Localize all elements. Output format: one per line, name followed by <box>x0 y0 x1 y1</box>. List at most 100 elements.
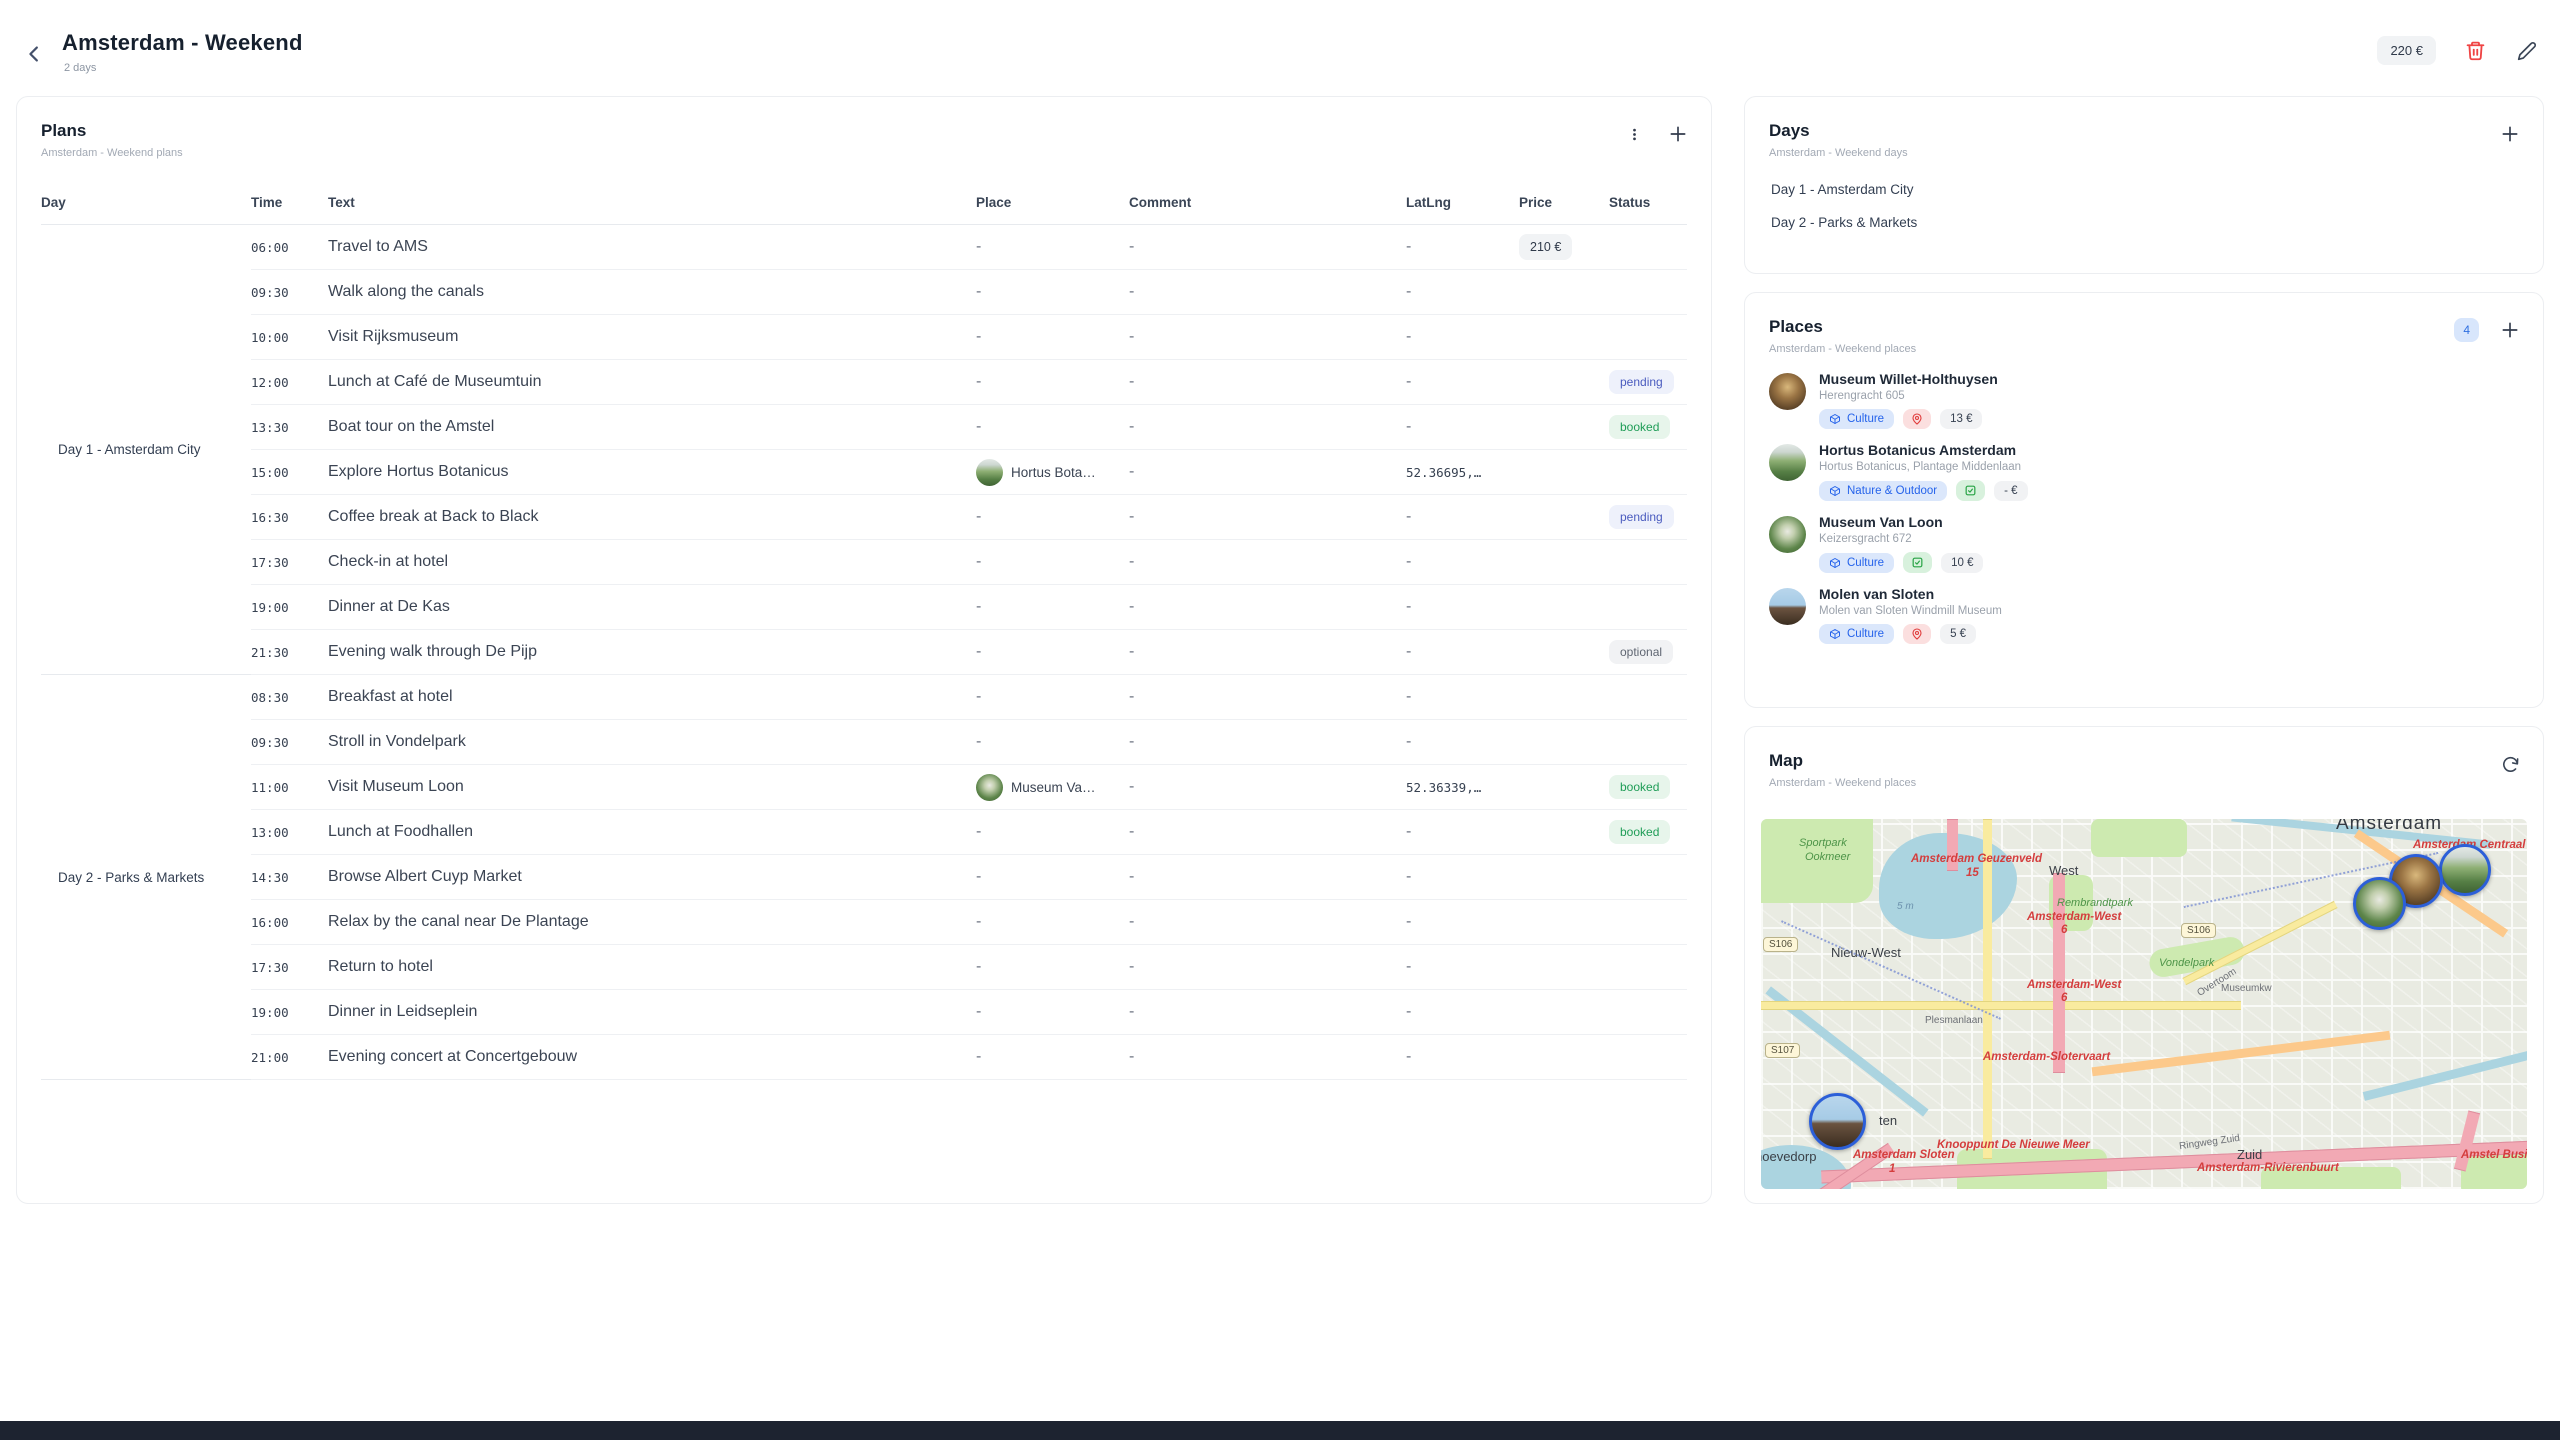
map-place-marker[interactable] <box>2439 844 2491 896</box>
plan-text[interactable]: Evening walk through De Pijp <box>328 630 976 675</box>
place-list-item[interactable]: Museum Van LoonKeizersgracht 672Culture1… <box>1769 514 2519 573</box>
category-badge: Culture <box>1819 624 1894 644</box>
map-label: 6 <box>2061 924 2067 936</box>
map-canvas[interactable]: AmsterdamAmsterdam CentraalSportparkOokm… <box>1761 819 2527 1189</box>
map-title: Map <box>1769 751 2519 771</box>
places-count-badge: 4 <box>2454 318 2479 342</box>
latlng-value: - <box>1406 508 1411 526</box>
place-chip[interactable]: Hortus Bota… <box>976 459 1096 486</box>
plan-time: 13:00 <box>251 810 328 855</box>
empty-value: - <box>1129 868 1134 886</box>
map-label: Rembrandtpark <box>2057 897 2133 909</box>
plan-text[interactable]: Check-in at hotel <box>328 540 976 585</box>
plan-place: - <box>976 945 1129 990</box>
column-header-latlng: LatLng <box>1406 185 1519 225</box>
map-label: 1 <box>1889 1163 1895 1175</box>
plan-text[interactable]: Walk along the canals <box>328 270 976 315</box>
plan-text[interactable]: Relax by the canal near De Plantage <box>328 900 976 945</box>
latlng-value: - <box>1406 598 1411 616</box>
visited-badge[interactable] <box>1903 552 1932 573</box>
pin-badge[interactable] <box>1903 624 1931 644</box>
plans-menu-button[interactable] <box>1621 121 1647 147</box>
back-button[interactable] <box>24 40 52 68</box>
plan-text[interactable]: Evening concert at Concertgebouw <box>328 1035 976 1080</box>
plan-status <box>1609 270 1687 315</box>
visited-badge[interactable] <box>1956 480 1985 501</box>
place-list-item[interactable]: Molen van SlotenMolen van Sloten Windmil… <box>1769 586 2519 644</box>
map-refresh-button[interactable] <box>2497 751 2523 777</box>
empty-value: - <box>1129 733 1134 751</box>
empty-value: - <box>976 373 981 391</box>
plan-latlng: - <box>1406 405 1519 450</box>
place-list-item[interactable]: Museum Willet-HolthuysenHerengracht 605C… <box>1769 371 2519 429</box>
plan-text[interactable]: Visit Rijksmuseum <box>328 315 976 360</box>
delete-trip-button[interactable] <box>2462 38 2488 64</box>
plan-text[interactable]: Browse Albert Cuyp Market <box>328 855 976 900</box>
empty-value: - <box>976 328 981 346</box>
plan-text[interactable]: Return to hotel <box>328 945 976 990</box>
plan-text[interactable]: Visit Museum Loon <box>328 765 976 810</box>
day-list-item-2[interactable]: Day 2 - Parks & Markets <box>1757 206 2531 239</box>
map-label: ten <box>1879 1113 1897 1128</box>
empty-value: - <box>976 913 981 931</box>
empty-value: - <box>976 733 981 751</box>
place-info: Molen van SlotenMolen van Sloten Windmil… <box>1819 586 2002 644</box>
add-place-button[interactable] <box>2497 317 2523 343</box>
plan-text[interactable]: Explore Hortus Botanicus <box>328 450 976 495</box>
latlng-value: - <box>1406 688 1411 706</box>
plan-text[interactable]: Stroll in Vondelpark <box>328 720 976 765</box>
plan-text[interactable]: Coffee break at Back to Black <box>328 495 976 540</box>
plan-text[interactable]: Lunch at Café de Museumtuin <box>328 360 976 405</box>
plan-latlng: - <box>1406 1035 1519 1080</box>
place-photo <box>1769 516 1806 553</box>
pencil-icon <box>2517 41 2537 61</box>
column-header-text: Text <box>328 185 976 225</box>
plan-text[interactable]: Boat tour on the Amstel <box>328 405 976 450</box>
map-label: Amsterdam-West <box>2027 979 2121 991</box>
day-list-item-1[interactable]: Day 1 - Amsterdam City <box>1757 173 2531 206</box>
place-chip[interactable]: Museum Va… <box>976 774 1096 801</box>
empty-value: - <box>1129 688 1134 706</box>
plan-text[interactable]: Lunch at Foodhallen <box>328 810 976 855</box>
plan-price <box>1519 810 1609 855</box>
add-plan-button[interactable] <box>1665 121 1691 147</box>
plan-comment: - <box>1129 630 1406 675</box>
plan-latlng: 52.36695,… <box>1406 450 1519 495</box>
add-day-button[interactable] <box>2497 121 2523 147</box>
map-place-marker[interactable] <box>2353 877 2406 930</box>
plan-price <box>1519 1035 1609 1080</box>
map-label: Knooppunt De Nieuwe Meer <box>1937 1139 2090 1151</box>
plan-text[interactable]: Breakfast at hotel <box>328 675 976 720</box>
pin-badge[interactable] <box>1903 409 1931 429</box>
plan-price: 210 € <box>1519 225 1609 270</box>
place-list-item[interactable]: Hortus Botanicus AmsterdamHortus Botanic… <box>1769 442 2519 501</box>
kebab-menu-icon <box>1627 127 1642 142</box>
plan-text[interactable]: Dinner at De Kas <box>328 585 976 630</box>
plan-latlng: - <box>1406 990 1519 1035</box>
plan-comment: - <box>1129 720 1406 765</box>
place-address: Molen van Sloten Windmill Museum <box>1819 605 2002 617</box>
map-road <box>1761 1001 2241 1010</box>
edit-trip-button[interactable] <box>2514 38 2540 64</box>
plan-time: 15:00 <box>251 450 328 495</box>
map-label: Plesmanlaan <box>1925 1015 1983 1026</box>
empty-value: - <box>1129 823 1134 841</box>
plan-text[interactable]: Dinner in Leidseplein <box>328 990 976 1035</box>
plan-comment: - <box>1129 765 1406 810</box>
place-name: Museum Willet-Holthuysen <box>1819 371 1998 387</box>
refresh-icon <box>2501 755 2520 774</box>
plan-text[interactable]: Travel to AMS <box>328 225 976 270</box>
map-label: S106 <box>2181 923 2216 938</box>
places-list: Museum Willet-HolthuysenHerengracht 605C… <box>1769 371 2519 644</box>
empty-value: - <box>976 418 981 436</box>
map-label: 6 <box>2061 992 2067 1004</box>
empty-value: - <box>976 688 981 706</box>
price-badge: 210 € <box>1519 234 1572 260</box>
empty-value: - <box>976 868 981 886</box>
map-place-marker[interactable] <box>1809 1093 1866 1150</box>
latlng-value: - <box>1406 1048 1411 1066</box>
bottom-bar <box>0 1421 2560 1440</box>
status-badge: booked <box>1609 775 1670 799</box>
empty-value: - <box>1129 553 1134 571</box>
latlng-value: 52.36339,… <box>1406 780 1481 795</box>
